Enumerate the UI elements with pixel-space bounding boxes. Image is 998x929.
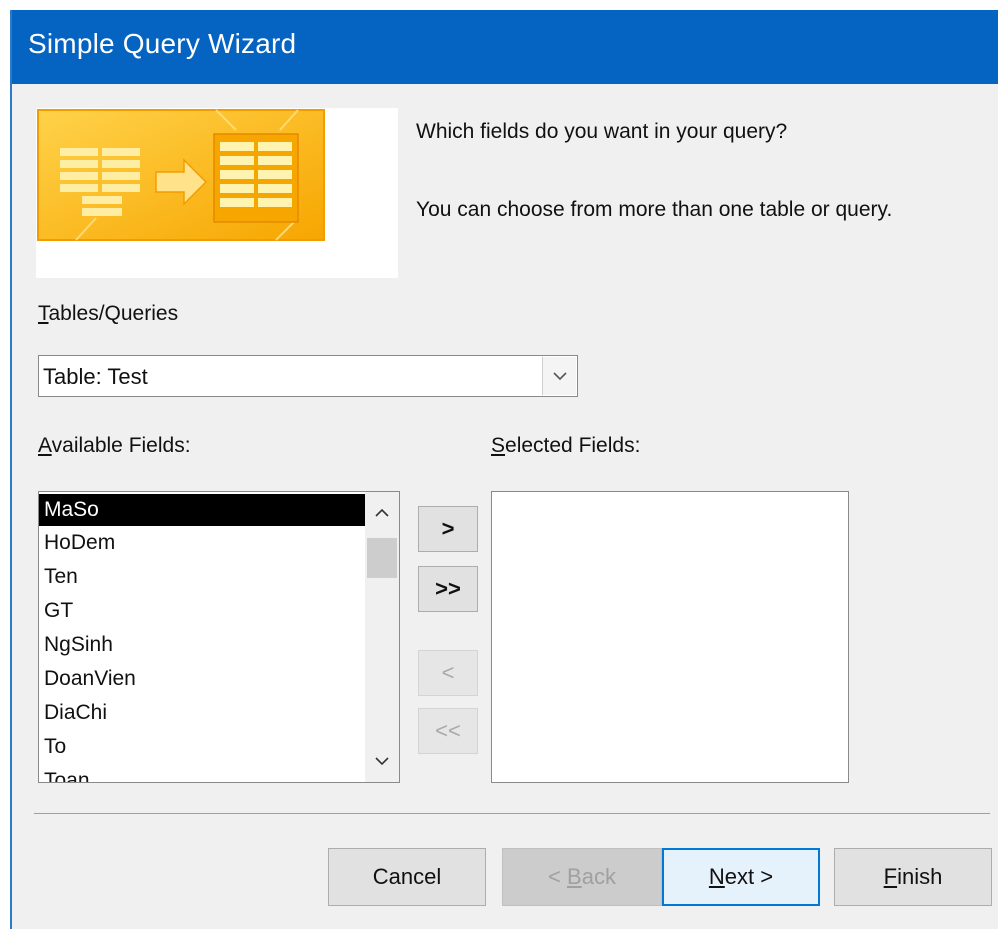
list-item[interactable]: GT [39,594,365,628]
wizard-question: Which fields do you want in your query? [416,120,788,143]
scrollbar-thumb[interactable] [367,538,397,578]
finish-button[interactable]: Finish [834,848,992,906]
chevron-down-icon [552,372,567,381]
add-field-button[interactable]: > [418,506,478,552]
scroll-up-button[interactable] [365,494,399,532]
selected-fields-list[interactable] [491,491,849,783]
back-button[interactable]: < Back [502,848,662,906]
available-fields-label: Available Fields: [38,434,191,457]
cancel-button[interactable]: Cancel [328,848,486,906]
wizard-illustration [36,108,398,278]
wizard-dialog: Simple Query Wizard Which fields do you … [10,10,998,929]
list-item[interactable]: NgSinh [39,628,365,662]
selected-fields-label: Selected Fields: [491,434,641,457]
remove-all-fields-button[interactable]: << [418,708,478,754]
tables-queries-value: Table: Test [43,364,148,389]
tables-queries-label: Tables/Queries [38,302,179,325]
window-title: Simple Query Wizard [28,28,297,59]
dropdown-arrow-button[interactable] [542,357,576,395]
remove-field-button[interactable]: < [418,650,478,696]
list-item[interactable]: Toan [39,764,365,782]
title-bar: Simple Query Wizard [12,10,998,84]
scroll-down-button[interactable] [365,742,399,780]
list-item[interactable]: DiaChi [39,696,365,730]
list-item[interactable]: To [39,730,365,764]
list-item[interactable]: HoDem [39,526,365,560]
table-to-query-icon [37,109,325,241]
chevron-up-icon [375,508,389,517]
vertical-scrollbar[interactable] [365,492,399,782]
available-fields-list[interactable]: MaSo HoDem Ten GT NgSinh DoanVien DiaChi… [38,491,400,783]
add-all-fields-button[interactable]: >> [418,566,478,612]
next-button[interactable]: Next > [662,848,820,906]
tables-queries-dropdown[interactable]: Table: Test [38,355,578,397]
wizard-hint: You can choose from more than one table … [416,198,893,221]
footer-divider [34,813,990,814]
chevron-down-icon [375,757,389,766]
list-item[interactable]: Ten [39,560,365,594]
list-item[interactable]: DoanVien [39,662,365,696]
list-item[interactable]: MaSo [39,494,365,526]
